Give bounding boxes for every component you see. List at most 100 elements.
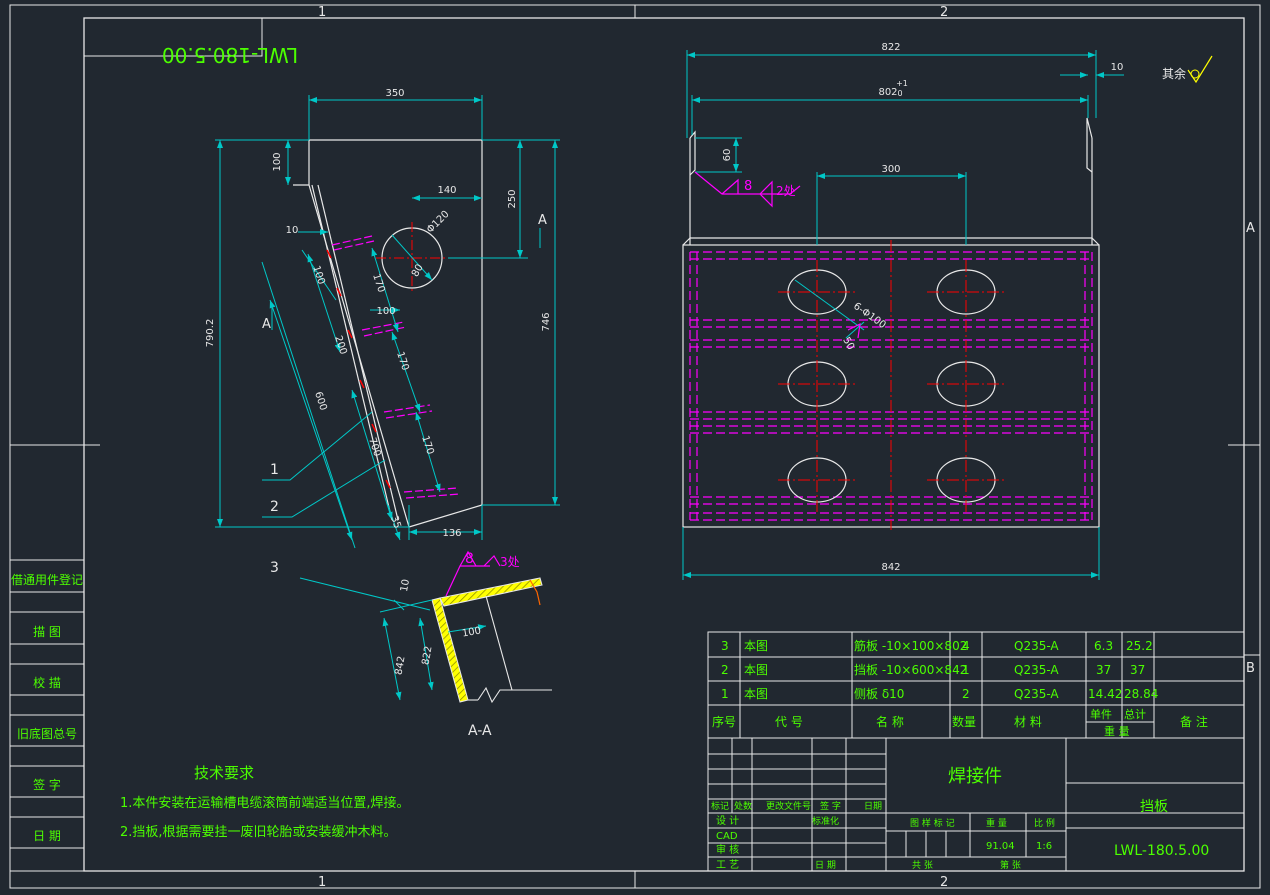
left-stamp-labels: 借通用件登记 描 图 校 描 旧底图总号 签 字 日 期 — [11, 572, 83, 843]
dim-200: 200 — [332, 334, 348, 356]
bom-code: 本图 — [744, 663, 768, 677]
cad-drawing: 1 2 1 2 A B LWL-180.5.00 借通用件登记 描 图 校 描 … — [9, 4, 1261, 890]
dim-300: 300 — [881, 164, 900, 175]
roughness-note-text: 其余 — [1162, 66, 1186, 81]
dim-700: 700 — [366, 436, 382, 458]
tech-item-1: 1.本件安装在运输槽电缆滚筒前端适当位置,焊接。 — [120, 795, 410, 811]
std-label: 标准化 — [812, 815, 839, 827]
title-block-texts: 标记 处数 更改文件号 签 字 日期 设 计 CAD 审 核 工 艺 标准化 日… — [711, 766, 1209, 871]
sheet-number: 第 张 — [1000, 859, 1021, 871]
bom-unit-wt: 6.3 — [1094, 639, 1113, 653]
rev-header: 标记 — [711, 800, 729, 812]
dim-842: 842 — [881, 562, 900, 573]
rev-header: 日期 — [864, 801, 882, 812]
front-centerlines — [778, 240, 1005, 530]
side-leader-lines — [262, 411, 386, 518]
zone-top-2: 2 — [940, 5, 948, 20]
stamp-label: 旧底图总号 — [17, 726, 77, 741]
drawing-number: LWL-180.5.00 — [1114, 843, 1209, 859]
bom-header-material: 材 料 — [1014, 715, 1042, 729]
mirrored-drawing-number: LWL-180.5.00 — [162, 43, 298, 67]
front-dimension-texts: 822 802 +1 0 10 60 300 6-Φ100 50 842 — [722, 42, 1123, 573]
weight-label: 重 量 — [986, 817, 1007, 829]
bom-unit-wt: 14.42 — [1088, 687, 1122, 701]
section-outline — [468, 595, 552, 704]
bom-total-wt: 25.2 — [1126, 639, 1153, 653]
dim-rib-170a: 170 — [370, 272, 386, 294]
roughness-note: 其余 — [1162, 55, 1213, 84]
bom-material: Q235-A — [1014, 639, 1059, 653]
weight-value: 91.04 — [986, 841, 1015, 852]
dim-802: 802 — [878, 87, 897, 98]
stamp-label: 签 字 — [33, 777, 61, 792]
dim-chamfer: 50 — [840, 335, 856, 352]
front-dimensions — [682, 50, 1124, 580]
bom-material: Q235-A — [1014, 687, 1059, 701]
bom-row: 3 本图 筋板 -10×100×802 4 Q235-A 6.3 25.2 — [721, 638, 1153, 653]
bom-code: 本图 — [744, 639, 768, 653]
roughness-icon — [1187, 55, 1213, 84]
tech-title: 技术要求 — [194, 764, 254, 782]
stage-label: 图 样 标 记 — [910, 817, 955, 829]
left-stamp-column — [9, 559, 85, 872]
section-hatch-plate — [431, 597, 469, 703]
dim-tol-zero: 0 — [897, 89, 902, 98]
bom-name: 侧板 δ10 — [854, 687, 904, 701]
section-dim-10: 10 — [399, 578, 412, 592]
section-dim-100: 100 — [461, 625, 482, 639]
dim-250: 250 — [507, 189, 518, 208]
dim-35: 35 — [388, 514, 402, 530]
front-weld-size: 8 — [744, 179, 752, 194]
bom-rows: 3 本图 筋板 -10×100×802 4 Q235-A 6.3 25.2 2 … — [721, 638, 1158, 701]
dim-600: 600 — [312, 390, 328, 412]
stamp-label: 校 描 — [33, 675, 61, 690]
dim-790: 790.2 — [205, 319, 216, 348]
total-sheets: 共 张 — [912, 860, 933, 871]
bom-seq: 2 — [721, 663, 729, 677]
scale-label: 比 例 — [1034, 817, 1055, 829]
dim-140: 140 — [437, 185, 456, 196]
assembly-type: 焊接件 — [948, 766, 1002, 787]
bom-row: 2 本图 挡板 -10×600×842 1 Q235-A 37 37 — [721, 663, 1145, 677]
balloon-2: 2 — [270, 499, 279, 515]
dim-tol-plus: +1 — [896, 79, 908, 88]
dim-746: 746 — [541, 312, 552, 331]
section-marks: A A — [262, 213, 547, 332]
bom-qty: 4 — [962, 639, 970, 653]
bom-header-note: 备 注 — [1180, 714, 1208, 729]
section-dim-822: 822 — [420, 645, 434, 666]
dim-holes: 6-Φ100 — [851, 301, 888, 331]
dim-slot-100: 100 — [376, 306, 395, 317]
section-mark-right: A — [538, 213, 547, 228]
sign-label: 审 核 — [716, 843, 739, 856]
dim-10: 10 — [286, 225, 299, 236]
sign-label: CAD — [716, 831, 738, 842]
dim-100: 100 — [272, 152, 283, 171]
bom-header-total: 总计 — [1124, 707, 1146, 721]
sign-label: 设 计 — [716, 814, 739, 827]
dim-hole-dia: Φ120 — [425, 209, 452, 236]
zone-bottom-2: 2 — [940, 875, 948, 890]
section-dim-842: 842 — [393, 655, 407, 676]
section-view: 10 822 842 100 8 3处 A-A — [299, 550, 552, 739]
balloon-1: 1 — [270, 462, 279, 478]
bom-qty: 2 — [962, 687, 970, 701]
section-weld-count: 3处 — [500, 555, 520, 569]
bom-total-wt: 28.84 — [1124, 687, 1158, 701]
zone-right-a: A — [1246, 221, 1255, 236]
stamp-label: 借通用件登记 — [11, 572, 83, 587]
side-dimension-texts: 350 100 140 250 Φ120 80 790.2 746 136 10… — [205, 88, 552, 539]
front-view: 822 802 +1 0 10 60 300 6-Φ100 50 842 8 2… — [682, 42, 1213, 580]
bom-name: 挡板 -10×600×842 — [854, 663, 967, 677]
side-view: 350 100 140 250 Φ120 80 790.2 746 136 10… — [205, 88, 560, 576]
section-label: A-A — [468, 723, 492, 739]
sign-label: 工 艺 — [716, 859, 739, 871]
balloons: 1 2 3 — [270, 462, 279, 576]
bom-header-qty: 数量 — [952, 714, 976, 729]
tech-requirements: 技术要求 1.本件安装在运输槽电缆滚筒前端适当位置,焊接。 2.挡板,根据需要挂… — [120, 764, 410, 840]
rev-header: 签 字 — [820, 800, 841, 812]
mirrored-number-box: LWL-180.5.00 — [83, 17, 298, 67]
stamp-label: 描 图 — [33, 625, 61, 639]
bom-header-seq: 序号 — [712, 714, 736, 729]
bom-header-unit: 单件 — [1090, 708, 1112, 721]
